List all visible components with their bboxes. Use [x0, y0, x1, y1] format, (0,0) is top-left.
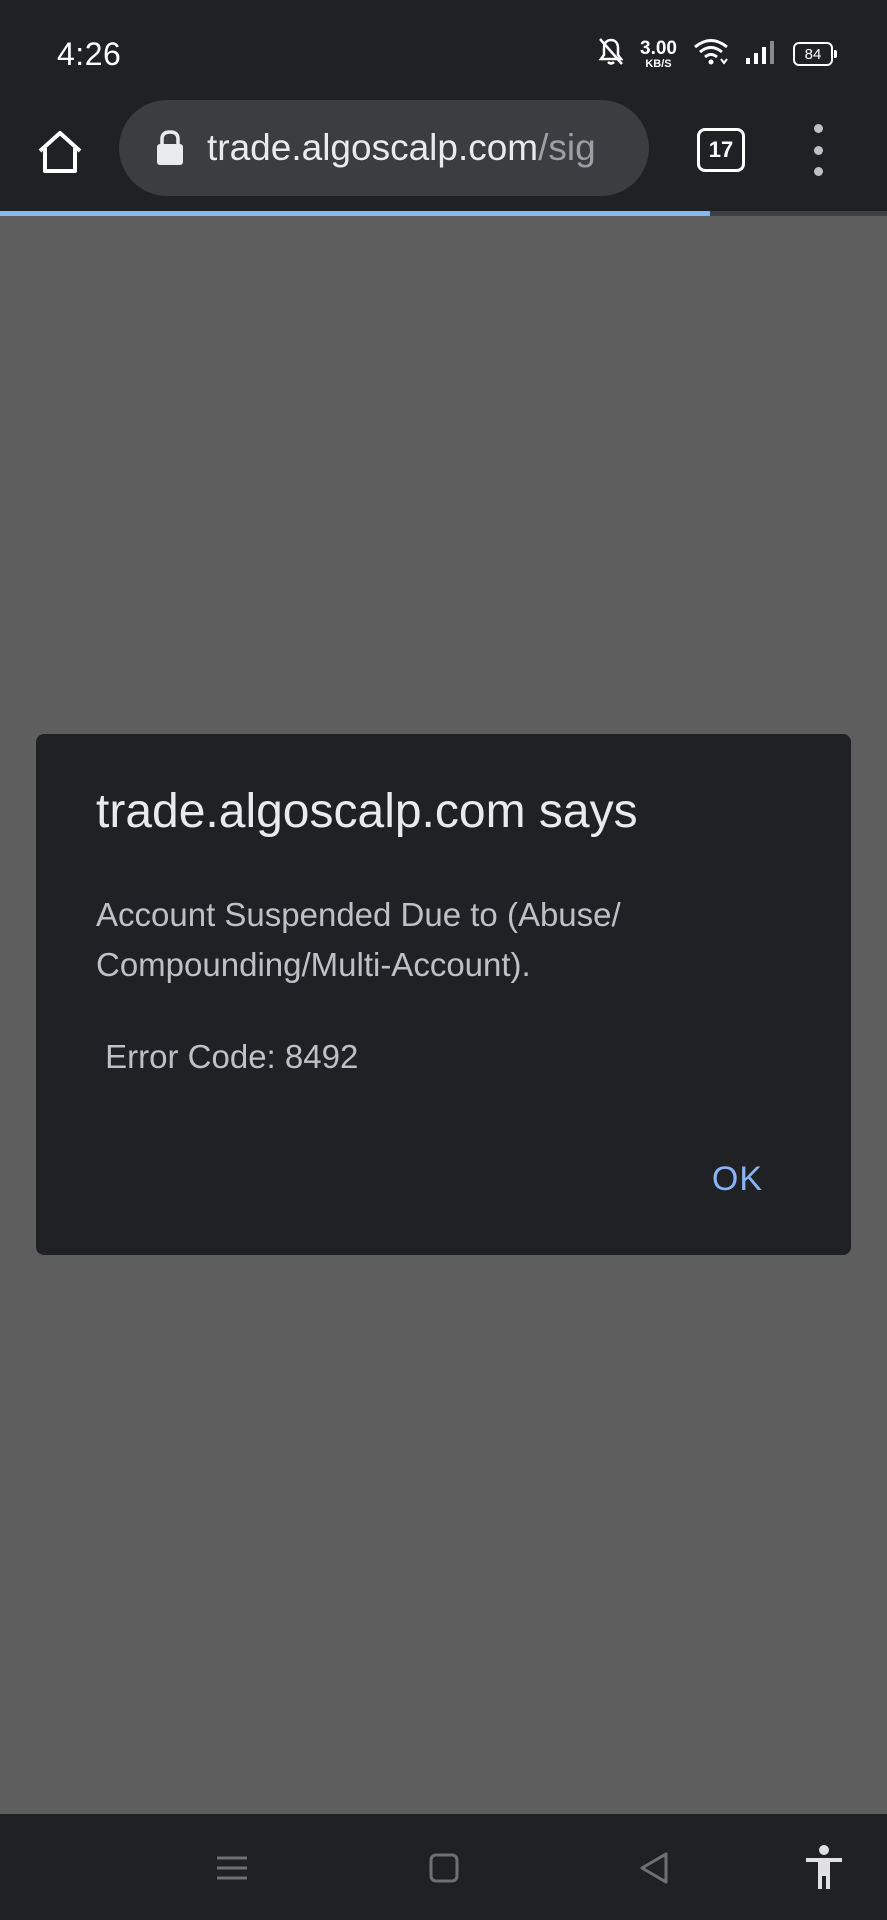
battery-icon: 84: [793, 42, 837, 66]
square-icon: [429, 1853, 459, 1883]
recents-button[interactable]: [208, 1844, 256, 1892]
network-speed-value: 3.00: [640, 37, 677, 59]
status-time: 4:26: [57, 36, 122, 72]
url-domain: trade.algoscalp.com: [207, 127, 539, 168]
status-icons: 3.00 KB/S 84: [598, 34, 837, 74]
dialog-error-code: Error Code: 8492: [96, 1038, 359, 1075]
accessibility-icon: [806, 1845, 842, 1889]
browser-toolbar: trade.algoscalp.com/sig 17: [0, 100, 887, 212]
alert-dialog: trade.algoscalp.com says Account Suspend…: [36, 734, 851, 1255]
more-vert-icon[interactable]: [800, 124, 836, 176]
tab-switcher-button[interactable]: 17: [697, 128, 745, 172]
bell-off-icon: [598, 37, 624, 72]
home-icon: [38, 131, 82, 173]
home-button[interactable]: [30, 122, 90, 182]
system-nav-bar: [0, 1814, 887, 1920]
status-bar: 4:26 3.00 KB/S 84: [0, 0, 887, 100]
hamburger-icon: [217, 1856, 247, 1880]
dialog-title: trade.algoscalp.com says: [96, 785, 638, 838]
nav-back-button[interactable]: [630, 1844, 678, 1892]
url-text: trade.algoscalp.com/sig: [207, 127, 596, 169]
nav-home-button[interactable]: [420, 1844, 468, 1892]
wifi-icon: [693, 38, 729, 71]
network-speed: 3.00 KB/S: [640, 39, 677, 70]
dialog-message: Account Suspended Due to (Abuse/ Compoun…: [96, 896, 621, 983]
network-speed-unit: KB/S: [645, 57, 672, 70]
signal-icon: [745, 39, 777, 70]
address-bar[interactable]: trade.algoscalp.com/sig: [119, 100, 649, 196]
phone-screen: 4:26 3.00 KB/S 84 trade.algoscalp.com/si…: [0, 0, 887, 1920]
triangle-back-icon: [640, 1852, 668, 1884]
ok-button[interactable]: OK: [712, 1160, 763, 1199]
lock-icon: [157, 130, 183, 165]
url-path: /sig: [538, 127, 596, 168]
accessibility-button[interactable]: [800, 1844, 848, 1892]
